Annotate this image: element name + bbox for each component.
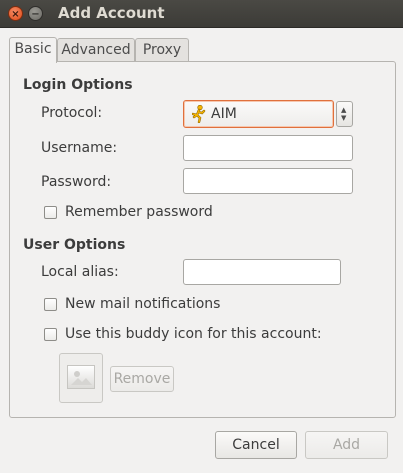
buddy-icon-button[interactable] [59,353,103,403]
remember-password-checkbox[interactable] [44,206,57,219]
password-label: Password: [41,174,112,190]
protocol-spin-arrows[interactable]: ▲ ▼ [336,101,353,127]
new-mail-notifications-label[interactable]: New mail notifications [65,296,220,312]
cancel-button[interactable]: Cancel [215,431,297,459]
username-label: Username: [41,140,118,156]
arrow-down-icon: ▼ [341,114,347,122]
aim-running-man-icon [192,105,206,123]
local-alias-label: Local alias: [41,264,119,280]
username-field[interactable] [183,135,353,161]
protocol-value: AIM [211,106,237,122]
password-field[interactable] [183,168,353,194]
picture-icon [71,371,92,385]
remember-password-label[interactable]: Remember password [65,204,213,220]
protocol-label: Protocol: [41,105,103,121]
arrow-up-icon: ▲ [341,106,347,114]
protocol-combo[interactable]: AIM [183,100,334,128]
user-options-heading: User Options [23,237,126,253]
buddy-icon-checkbox[interactable] [44,328,57,341]
buddy-icon-label[interactable]: Use this buddy icon for this account: [65,326,322,342]
image-placeholder-icon [67,365,95,389]
add-button[interactable]: Add [305,431,388,459]
login-options-heading: Login Options [23,77,133,93]
local-alias-field[interactable] [183,259,341,285]
new-mail-notifications-checkbox[interactable] [44,298,57,311]
remove-button[interactable]: Remove [110,366,174,392]
